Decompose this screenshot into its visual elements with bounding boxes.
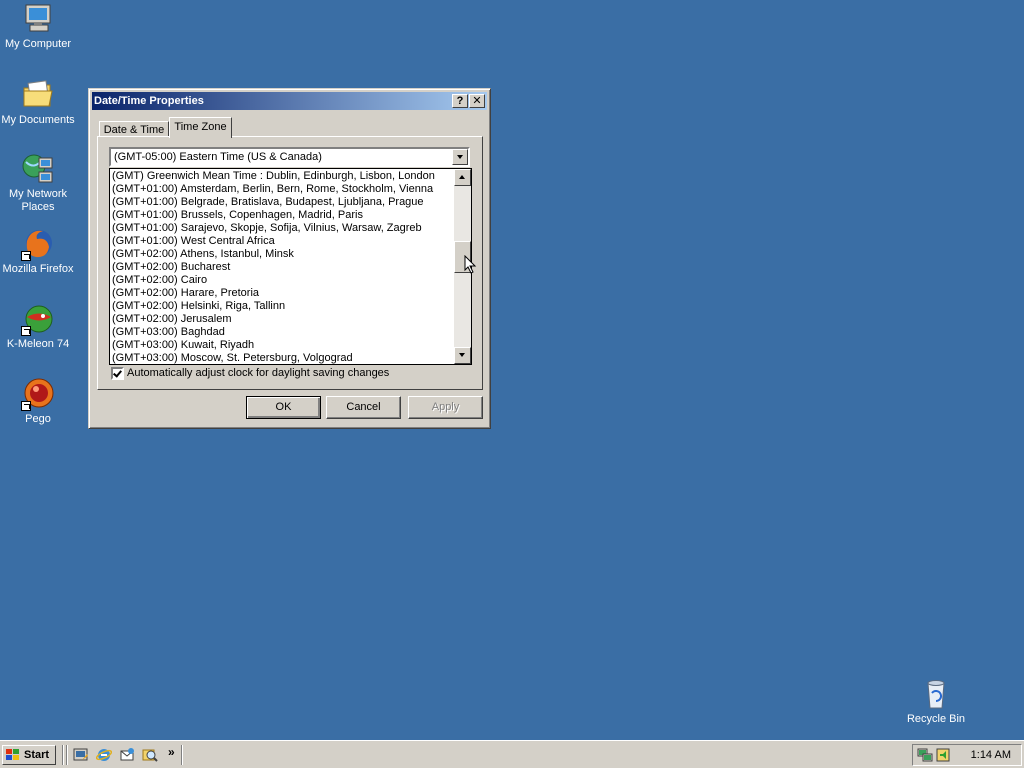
firefox-icon bbox=[21, 227, 55, 261]
desktop-icon-label: Recycle Bin bbox=[906, 713, 966, 725]
dialog-titlebar[interactable]: Date/Time Properties ? ✕ bbox=[92, 92, 487, 110]
timezone-option[interactable]: (GMT+02:00) Jerusalem bbox=[112, 313, 452, 326]
timezone-option[interactable]: (GMT+01:00) Brussels, Copenhagen, Madrid… bbox=[112, 209, 452, 222]
taskbar-clock[interactable]: 1:14 AM bbox=[971, 749, 1011, 761]
shortcut-arrow-icon bbox=[21, 326, 31, 336]
desktop-icon-label: My Computer bbox=[4, 38, 72, 50]
desktop-icon-label: Places bbox=[21, 201, 55, 213]
timezone-dropdown[interactable]: (GMT-05:00) Eastern Time (US & Canada) bbox=[109, 147, 470, 167]
computer-icon bbox=[21, 2, 55, 36]
ok-button[interactable]: OK bbox=[246, 396, 321, 419]
timezone-list[interactable]: (GMT) Greenwich Mean Time : Dublin, Edin… bbox=[109, 168, 472, 365]
arrow-down-icon bbox=[459, 353, 465, 357]
timezone-option[interactable]: (GMT) Greenwich Mean Time : Dublin, Edin… bbox=[112, 170, 452, 183]
daylight-saving-label: Automatically adjust clock for daylight … bbox=[127, 367, 390, 379]
volume-icon[interactable] bbox=[935, 747, 951, 763]
desktop-icon-label: K-Meleon 74 bbox=[6, 338, 70, 350]
internet-explorer-icon[interactable] bbox=[95, 747, 113, 763]
timezone-option[interactable]: (GMT+01:00) Sarajevo, Skopje, Sofija, Vi… bbox=[112, 222, 452, 235]
timezone-option[interactable]: (GMT+03:00) Baghdad bbox=[112, 326, 452, 339]
desktop-icon-recycle-bin[interactable]: Recycle Bin bbox=[898, 677, 974, 726]
timezone-option[interactable]: (GMT+02:00) Bucharest bbox=[112, 261, 452, 274]
desktop-icon-label: Pego bbox=[25, 413, 51, 425]
cancel-button[interactable]: Cancel bbox=[326, 396, 401, 419]
timezone-option[interactable]: (GMT+01:00) Belgrade, Bratislava, Budape… bbox=[112, 196, 452, 209]
chevron-down-icon bbox=[457, 155, 463, 159]
start-label: Start bbox=[24, 749, 50, 761]
shortcut-arrow-icon bbox=[21, 401, 31, 411]
system-tray: 1:14 AM bbox=[912, 744, 1022, 766]
timezone-option[interactable]: (GMT+03:00) Moscow, St. Petersburg, Volg… bbox=[112, 352, 452, 365]
desktop-icon-pego[interactable]: Pego bbox=[0, 377, 76, 426]
apply-button[interactable]: Apply bbox=[408, 396, 483, 419]
network-icon bbox=[21, 152, 55, 186]
dropdown-arrow-button[interactable] bbox=[452, 149, 468, 165]
windows-logo-icon bbox=[6, 749, 20, 761]
timezone-options: (GMT) Greenwich Mean Time : Dublin, Edin… bbox=[112, 170, 452, 365]
network-status-icon[interactable] bbox=[917, 747, 933, 763]
timezone-option[interactable]: (GMT+01:00) West Central Africa bbox=[112, 235, 452, 248]
help-button[interactable]: ? bbox=[452, 94, 468, 108]
k-meleon-icon bbox=[21, 302, 55, 336]
desktop-icon-k-meleon[interactable]: K-Meleon 74 bbox=[0, 302, 76, 351]
timezone-selected-value: (GMT-05:00) Eastern Time (US & Canada) bbox=[114, 151, 322, 163]
dialog-title: Date/Time Properties bbox=[94, 95, 204, 107]
desktop-icon-mozilla-firefox[interactable]: Mozilla Firefox bbox=[0, 227, 76, 276]
timezone-option[interactable]: (GMT+02:00) Athens, Istanbul, Minsk bbox=[112, 248, 452, 261]
timezone-option[interactable]: (GMT+03:00) Kuwait, Riyadh bbox=[112, 339, 452, 352]
taskbar: Start » 1:14 AM bbox=[0, 740, 1024, 768]
timezone-option[interactable]: (GMT+02:00) Harare, Pretoria bbox=[112, 287, 452, 300]
desktop-icon-my-documents[interactable]: My Documents bbox=[0, 78, 76, 127]
timezone-option[interactable]: (GMT+01:00) Amsterdam, Berlin, Bern, Rom… bbox=[112, 183, 452, 196]
close-button[interactable]: ✕ bbox=[469, 94, 485, 108]
pego-icon bbox=[21, 377, 55, 411]
close-icon: ✕ bbox=[472, 95, 482, 107]
show-desktop-icon[interactable] bbox=[73, 747, 89, 763]
desktop-icon-label: My Documents bbox=[1, 114, 75, 126]
tab-date-time[interactable]: Date & Time bbox=[99, 121, 169, 137]
arrow-up-icon bbox=[459, 175, 465, 179]
search-icon[interactable] bbox=[142, 747, 158, 763]
timezone-option[interactable]: (GMT+02:00) Cairo bbox=[112, 274, 452, 287]
desktop-icon-label: Mozilla Firefox bbox=[2, 263, 74, 275]
tab-time-zone[interactable]: Time Zone bbox=[169, 117, 232, 138]
recycle-bin-icon bbox=[919, 677, 953, 711]
date-time-properties-dialog: Date/Time Properties ? ✕ Date & Time Tim… bbox=[88, 88, 491, 429]
desktop-icon-my-network-places[interactable]: My Network Places bbox=[0, 152, 76, 214]
taskbar-separator bbox=[62, 745, 64, 765]
taskbar-separator bbox=[181, 745, 183, 765]
outlook-express-icon[interactable] bbox=[119, 747, 135, 763]
scroll-down-button[interactable] bbox=[454, 347, 471, 364]
quicklaunch-chevron[interactable]: » bbox=[168, 745, 175, 759]
scroll-up-button[interactable] bbox=[454, 169, 471, 186]
folder-icon bbox=[21, 78, 55, 112]
daylight-saving-checkbox[interactable] bbox=[111, 367, 124, 380]
taskbar-separator bbox=[66, 745, 68, 765]
timezone-option[interactable]: (GMT+02:00) Helsinki, Riga, Tallinn bbox=[112, 300, 452, 313]
desktop-icon-label: My Network bbox=[8, 188, 68, 200]
desktop-icon-my-computer[interactable]: My Computer bbox=[0, 2, 76, 51]
start-button[interactable]: Start bbox=[2, 745, 56, 765]
shortcut-arrow-icon bbox=[21, 251, 31, 261]
